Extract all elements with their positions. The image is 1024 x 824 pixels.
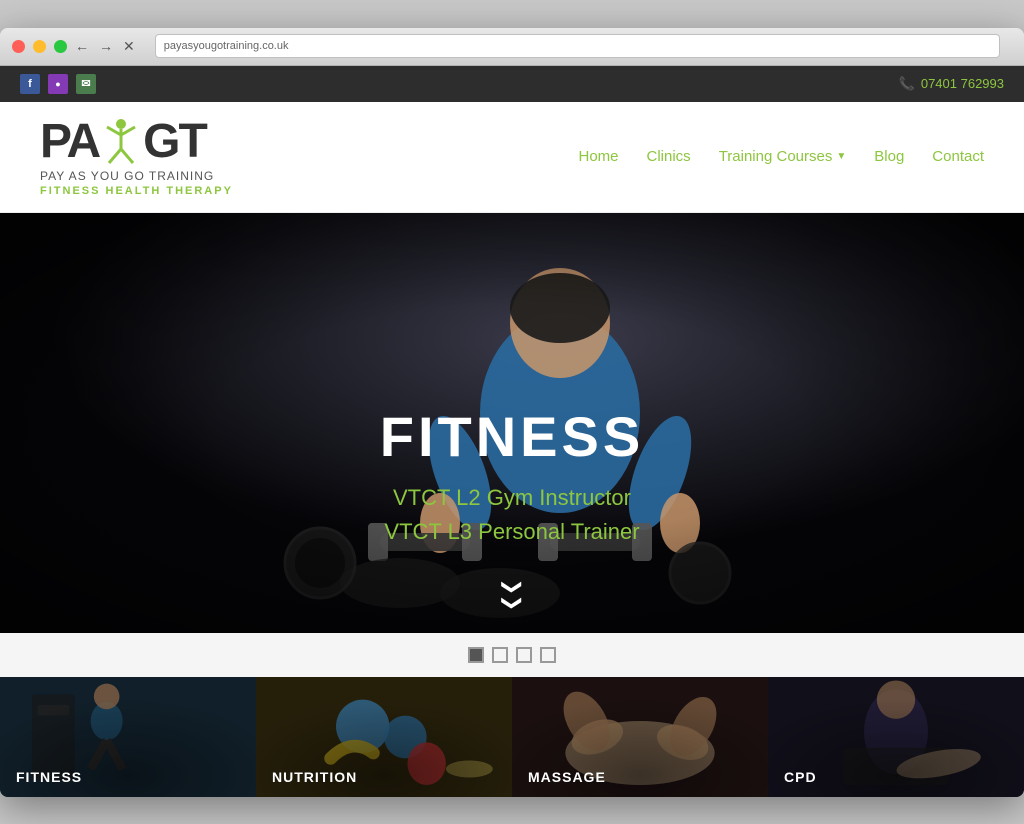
hero-title: FITNESS: [0, 404, 1024, 469]
browser-titlebar: ← → ✕ payasyougotraining.co.uk: [0, 28, 1024, 66]
slider-dot-4[interactable]: [540, 647, 556, 663]
logo-subtitle: PAY AS YOU GO TRAINING: [40, 169, 214, 183]
facebook-icon[interactable]: f: [20, 74, 40, 94]
website-content: f ● ✉ 📞 07401 762993 PA: [0, 66, 1024, 797]
slider-dots: [0, 633, 1024, 677]
dropdown-arrow-icon: ▼: [836, 151, 846, 162]
nav-training-courses[interactable]: Training Courses ▼: [719, 148, 847, 165]
close-button[interactable]: [12, 40, 25, 53]
top-bar: f ● ✉ 📞 07401 762993: [0, 66, 1024, 102]
logo-tagline: FITNESS HEALTH THERAPY: [40, 185, 233, 197]
url-text: payasyougotraining.co.uk: [164, 40, 289, 52]
slider-dot-2[interactable]: [492, 647, 508, 663]
tile-cpd-label: CPD: [784, 769, 817, 785]
browser-window: ← → ✕ payasyougotraining.co.uk f ● ✉ 📞 0…: [0, 28, 1024, 797]
logo-area[interactable]: PA GT: [40, 117, 233, 197]
email-icon[interactable]: ✉: [76, 74, 96, 94]
phone-icon: 📞: [899, 76, 915, 92]
minimize-button[interactable]: [33, 40, 46, 53]
nav-contact[interactable]: Contact: [932, 148, 984, 165]
phone-text: 07401 762993: [921, 76, 1004, 91]
slider-dot-3[interactable]: [516, 647, 532, 663]
forward-button[interactable]: →: [99, 38, 113, 54]
hero-subtitle-2: VTCT L3 Personal Trainer: [0, 519, 1024, 545]
reload-button[interactable]: ✕: [123, 38, 135, 55]
hero-content: FITNESS VTCT L2 Gym Instructor VTCT L3 P…: [0, 404, 1024, 553]
tile-massage[interactable]: MASSAGE: [512, 677, 768, 797]
hero-subtitle-1: VTCT L2 Gym Instructor: [0, 485, 1024, 511]
logo-pa: PA: [40, 118, 99, 166]
hero-slider: FITNESS VTCT L2 Gym Instructor VTCT L3 P…: [0, 213, 1024, 633]
slider-dot-1[interactable]: [468, 647, 484, 663]
nav-training-courses-label: Training Courses: [719, 148, 833, 165]
site-navigation: Home Clinics Training Courses ▼ Blog Con…: [578, 148, 984, 165]
nav-home[interactable]: Home: [578, 148, 618, 165]
tile-fitness[interactable]: FITNESS: [0, 677, 256, 797]
instagram-icon[interactable]: ●: [48, 74, 68, 94]
nav-clinics[interactable]: Clinics: [647, 148, 691, 165]
tile-massage-label: MASSAGE: [528, 769, 606, 785]
maximize-button[interactable]: [54, 40, 67, 53]
logo-text: PA GT: [40, 117, 206, 167]
scroll-indicator[interactable]: ❯ ❯: [504, 577, 521, 613]
logo-figure-icon: [99, 117, 143, 167]
browser-navigation: ← → ✕: [75, 38, 135, 55]
tile-cpd[interactable]: CPD: [768, 677, 1024, 797]
category-tiles: FITNESS: [0, 677, 1024, 797]
tile-nutrition[interactable]: NUTRITION: [256, 677, 512, 797]
nav-blog[interactable]: Blog: [874, 148, 904, 165]
tile-fitness-label: FITNESS: [16, 769, 82, 785]
address-bar[interactable]: payasyougotraining.co.uk: [155, 34, 1000, 58]
phone-number[interactable]: 📞 07401 762993: [899, 76, 1004, 92]
tile-nutrition-label: NUTRITION: [272, 769, 357, 785]
social-icons-group: f ● ✉: [20, 74, 96, 94]
back-button[interactable]: ←: [75, 38, 89, 54]
site-header: PA GT: [0, 102, 1024, 213]
logo-gt: GT: [143, 118, 206, 166]
